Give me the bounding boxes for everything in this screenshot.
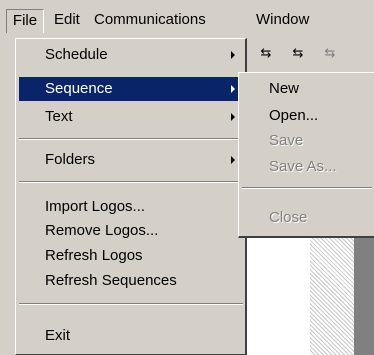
submenu-item-label: Save As...: [269, 158, 337, 175]
menu-communications[interactable]: Communications: [94, 9, 206, 33]
submenu-arrow-icon: [231, 156, 235, 164]
background-panel: [246, 237, 310, 355]
menu-item-label: Folders: [45, 151, 96, 168]
submenu-item-label: Open...: [269, 107, 319, 124]
menu-item-label: Sequence: [45, 80, 113, 97]
menu-item-schedule[interactable]: Schedule: [19, 43, 243, 67]
menu-item-text[interactable]: Text: [19, 105, 243, 129]
menu-item-import-logos[interactable]: Import Logos...: [19, 195, 243, 219]
menu-item-label: Refresh Logos: [45, 247, 143, 264]
menu-item-remove-logos[interactable]: Remove Logos...: [19, 219, 243, 243]
menu-window[interactable]: Window: [256, 9, 309, 33]
menu-bar: File Edit Communications Window: [0, 0, 374, 36]
submenu-item-label: Close: [269, 209, 308, 226]
submenu-arrow-icon: [231, 85, 235, 93]
arrows-icon[interactable]: ⇆: [316, 45, 344, 63]
submenu-separator: [242, 187, 372, 189]
menu-item-label: Remove Logos...: [45, 222, 159, 239]
background-toolbar: ⇆ ⇆ ⇆: [236, 40, 374, 66]
menu-item-exit[interactable]: Exit: [19, 324, 243, 348]
menu-item-sequence[interactable]: Sequence: [19, 77, 243, 101]
submenu-item-save[interactable]: Save: [242, 129, 372, 153]
file-menu-dropdown: Schedule Sequence Text Folders Import Lo…: [15, 38, 247, 355]
submenu-item-open[interactable]: Open...: [242, 104, 372, 128]
menu-item-label: Exit: [45, 327, 71, 344]
submenu-item-new[interactable]: New: [242, 77, 372, 101]
background-scrollbar[interactable]: [354, 237, 374, 355]
background-hatched-area: [310, 237, 354, 355]
sequence-submenu: New Open... Save Save As... Close: [238, 72, 374, 238]
submenu-item-label: Save: [269, 132, 304, 149]
submenu-item-save-as[interactable]: Save As...: [242, 155, 372, 179]
menu-item-refresh-logos[interactable]: Refresh Logos: [19, 244, 243, 268]
arrows-icon[interactable]: ⇆: [284, 45, 312, 63]
arrows-icon[interactable]: ⇆: [252, 45, 280, 63]
submenu-item-label: New: [269, 80, 300, 97]
menu-item-refresh-sequences[interactable]: Refresh Sequences: [19, 269, 243, 293]
menu-separator: [19, 138, 243, 140]
menu-edit[interactable]: Edit: [54, 9, 80, 33]
submenu-arrow-icon: [231, 113, 235, 121]
menu-item-folders[interactable]: Folders: [19, 148, 243, 172]
menu-item-label: Text: [45, 108, 73, 125]
submenu-item-close[interactable]: Close: [242, 206, 372, 230]
menu-item-label: Schedule: [45, 46, 108, 63]
menu-separator: [19, 181, 243, 183]
menu-item-label: Import Logos...: [45, 198, 146, 215]
menu-item-label: Refresh Sequences: [45, 272, 177, 289]
submenu-arrow-icon: [231, 51, 235, 59]
menu-file[interactable]: File: [6, 9, 44, 33]
menu-separator: [19, 303, 243, 305]
